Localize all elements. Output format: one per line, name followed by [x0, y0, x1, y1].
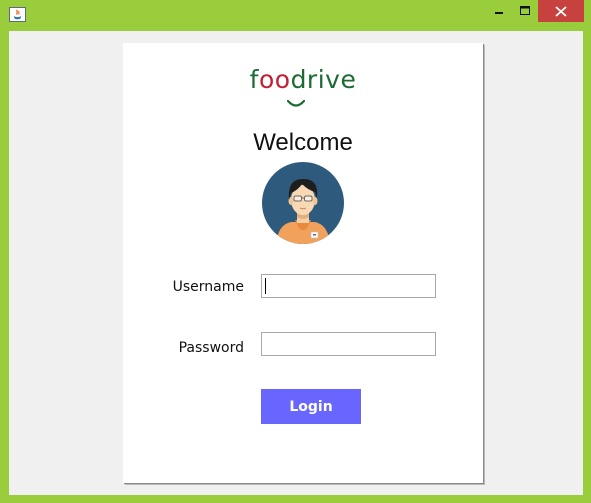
password-label: Password — [178, 340, 244, 356]
password-input[interactable] — [261, 332, 436, 356]
logo-text-f: f — [249, 65, 259, 94]
maximize-icon — [520, 6, 530, 15]
text-caret — [265, 278, 266, 294]
close-button[interactable] — [538, 0, 584, 22]
minimize-icon — [495, 12, 503, 14]
user-avatar-icon — [262, 162, 344, 244]
logo-text-oo: oo — [258, 65, 291, 94]
minimize-button[interactable] — [486, 0, 512, 22]
login-panel: foodrive Welcome Username Password Login — [123, 43, 483, 483]
title-bar[interactable] — [0, 0, 591, 32]
username-input[interactable] — [261, 274, 436, 298]
application-window: foodrive Welcome Username Password Login — [0, 0, 591, 503]
username-label: Username — [172, 279, 244, 295]
welcome-heading: Welcome — [253, 129, 353, 156]
foodrive-logo: foodrive — [123, 65, 483, 95]
logo-text-drive: drive — [290, 65, 357, 94]
logo-smile-icon — [287, 100, 305, 107]
login-button[interactable]: Login — [261, 389, 361, 424]
maximize-button[interactable] — [512, 0, 538, 22]
window-content: foodrive Welcome Username Password Login — [9, 31, 583, 495]
java-app-icon[interactable] — [9, 7, 26, 22]
close-icon — [555, 6, 567, 17]
